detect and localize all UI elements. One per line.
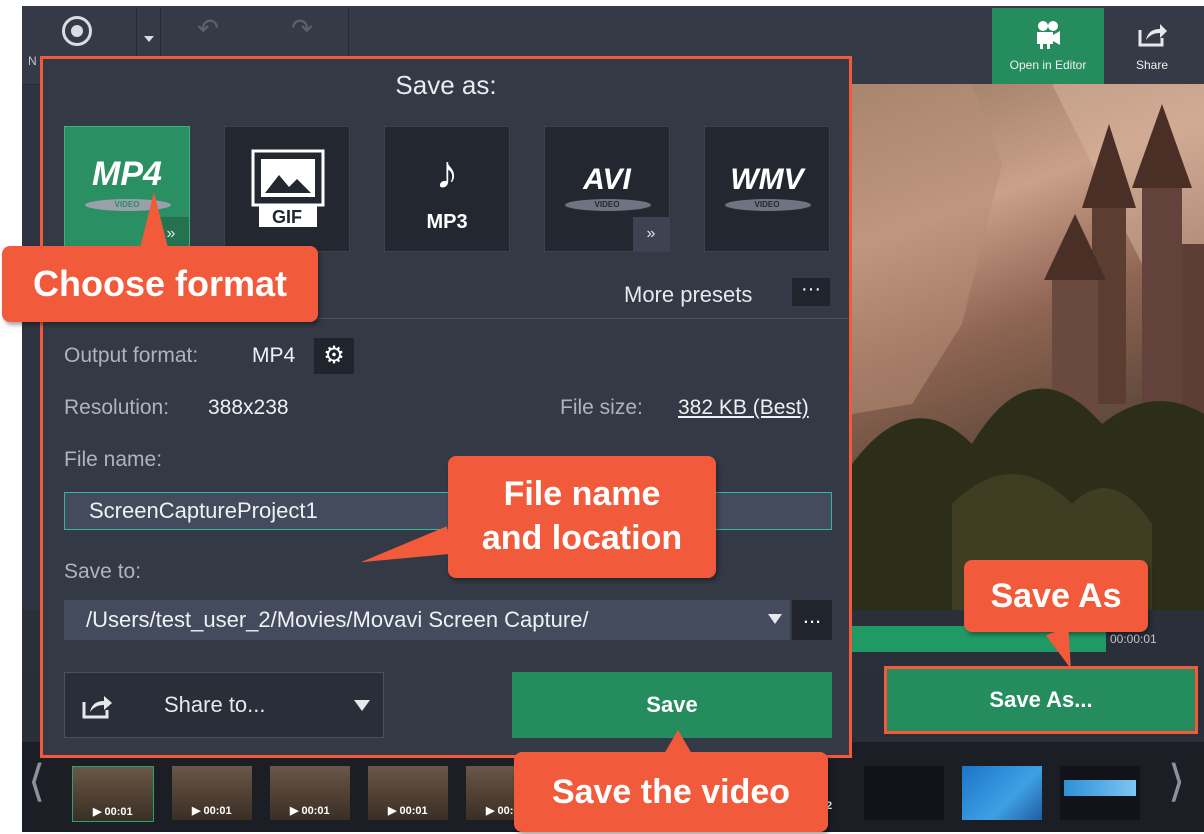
mp4-label: MP4 [92, 155, 162, 193]
video-preview-image [852, 84, 1204, 610]
callout-pointer [664, 730, 692, 754]
share-toolbar-button[interactable]: Share [1104, 8, 1200, 84]
redo-icon[interactable]: ↷ [288, 14, 316, 42]
file-size-value[interactable]: 382 KB (Best) [678, 396, 809, 420]
save-as-button[interactable]: Save As... [884, 666, 1198, 734]
open-in-editor-button[interactable]: Open in Editor [992, 8, 1104, 84]
film-camera-icon [1037, 21, 1060, 49]
dialog-title: Save as: [395, 70, 497, 100]
record-dropdown-icon[interactable] [144, 36, 154, 42]
avi-label: AVI [583, 163, 631, 196]
mp4-subtitle: VIDEO [114, 200, 140, 209]
music-note-icon: ♪ [435, 146, 459, 198]
avi-subtitle: VIDEO [594, 200, 620, 209]
wmv-subtitle: VIDEO [754, 200, 780, 209]
more-presets-button[interactable]: ··· [792, 278, 830, 306]
callout-file-line2: and location [481, 519, 683, 557]
filmstrip-thumb[interactable] [962, 766, 1042, 820]
chevron-down-icon[interactable] [768, 614, 782, 624]
filmstrip-right-icon[interactable]: ⟩ [1168, 756, 1185, 807]
callout-save-as: Save As [964, 560, 1148, 632]
callout-pointer [140, 192, 168, 248]
callout-file-name-location: File name and location [448, 456, 716, 578]
filmstrip-thumb[interactable]: ▶ 00:01 [368, 766, 448, 820]
share-icon [1138, 24, 1167, 47]
wmv-label: WMV [730, 163, 804, 196]
more-presets-label[interactable]: More presets [624, 282, 752, 308]
callout-save-video: Save the video [514, 752, 828, 832]
open-in-editor-label: Open in Editor [1009, 58, 1087, 72]
output-format-label: Output format: [64, 344, 199, 367]
callout-file-line1: File name [503, 475, 661, 513]
undo-icon[interactable]: ↶ [194, 14, 222, 42]
file-name-label: File name: [64, 448, 163, 471]
record-icon[interactable] [62, 16, 92, 46]
browse-folder-button[interactable]: ... [792, 600, 832, 640]
castle-scene [852, 84, 1204, 610]
filmstrip-left-icon[interactable]: ⟨ [28, 756, 45, 807]
format-mp4[interactable]: MP4 VIDEO » [64, 126, 190, 252]
callout-choose-format: Choose format [2, 246, 318, 322]
gif-label: GIF [272, 207, 302, 227]
format-avi[interactable]: AVI VIDEO » [544, 126, 670, 252]
share-to-label: Share to... [164, 692, 266, 717]
output-format-value: MP4 [252, 344, 296, 367]
record-label-partial: N [28, 54, 37, 68]
format-wmv[interactable]: WMV VIDEO [704, 126, 830, 252]
save-to-label: Save to: [64, 560, 142, 583]
share-label: Share [1135, 58, 1169, 72]
filmstrip-thumb[interactable] [864, 766, 944, 820]
file-size-label: File size: [560, 396, 643, 419]
format-gif[interactable]: GIF [224, 126, 350, 252]
mp3-label: MP3 [426, 211, 468, 233]
filmstrip-thumb[interactable]: ▶ 00:01 [172, 766, 252, 820]
filmstrip-thumb[interactable]: ▶ 00:01 [270, 766, 350, 820]
chevron-down-icon[interactable] [354, 700, 370, 711]
resolution-value: 388x238 [208, 396, 289, 419]
end-time: 00:00:01 [1110, 632, 1157, 646]
resolution-label: Resolution: [64, 396, 170, 419]
save-button[interactable]: Save [512, 672, 832, 738]
share-icon [82, 696, 112, 719]
format-mp3[interactable]: ♪ MP3 [384, 126, 510, 252]
gear-icon[interactable]: ⚙ [314, 338, 354, 374]
avi-presets-chevron-icon[interactable]: » [633, 217, 669, 251]
filmstrip-thumb[interactable] [1060, 766, 1140, 820]
filmstrip-thumb[interactable]: ▶ 00:01 [72, 766, 154, 822]
save-to-select[interactable]: /Users/test_user_2/Movies/Movavi Screen … [64, 600, 790, 640]
